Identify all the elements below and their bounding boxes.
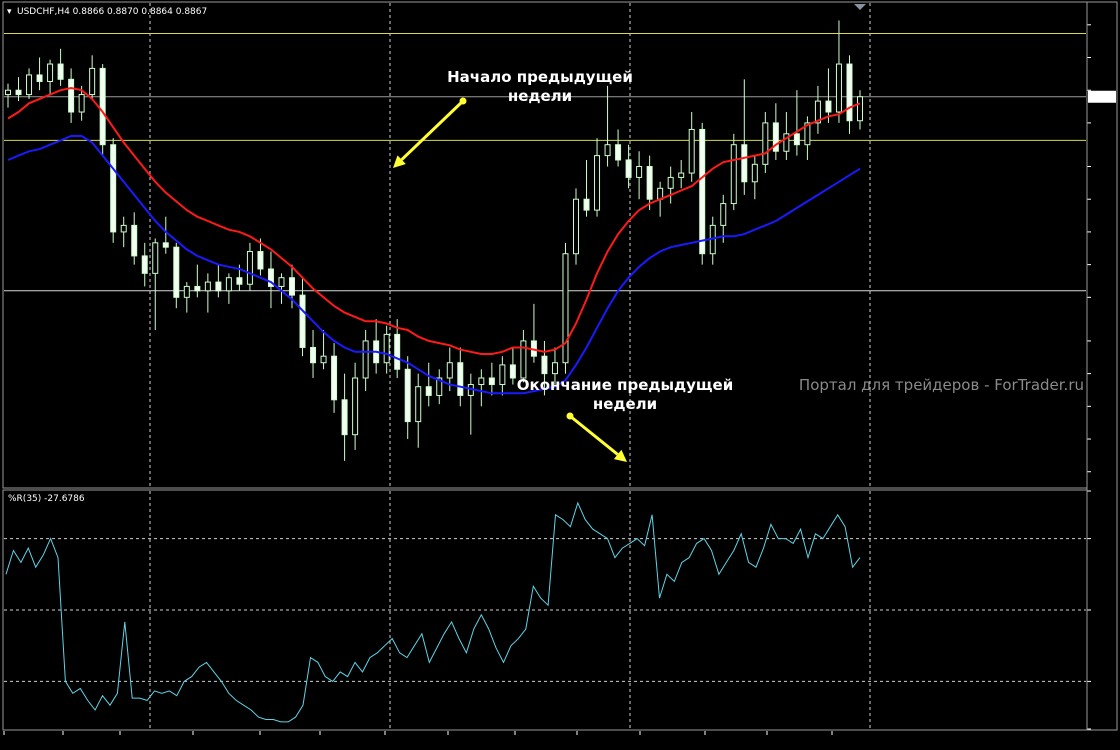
candle-bearish <box>541 355 548 375</box>
candle-bullish <box>383 333 390 364</box>
candle-bullish <box>520 340 527 379</box>
candle-bullish <box>152 242 159 274</box>
candle-bullish <box>604 144 611 157</box>
candle-bearish <box>425 386 432 396</box>
candle-bearish <box>236 277 243 285</box>
candle-bearish <box>394 333 401 370</box>
candle-bullish <box>278 277 285 287</box>
candle-bearish <box>57 63 64 80</box>
candle-bullish <box>562 253 569 364</box>
candle-bearish <box>68 78 75 113</box>
candle-bullish <box>688 128 695 174</box>
candle-bearish <box>215 281 222 292</box>
candle-bearish <box>194 285 201 292</box>
candle-bullish <box>720 203 727 226</box>
chart-header: USDCHF,H4 0.8866 0.8870 0.8864 0.8867 <box>17 7 207 17</box>
candle-bullish <box>667 176 674 189</box>
candle-bullish <box>751 163 758 183</box>
annotation-end-arrow <box>566 412 627 462</box>
chart-shift-marker-icon[interactable] <box>854 4 866 10</box>
candle-bearish <box>699 128 706 255</box>
candle-bearish <box>257 251 264 270</box>
williams-r-layer <box>5 501 861 723</box>
candle-bearish <box>162 242 169 248</box>
candle-bearish <box>331 355 338 401</box>
candle-bullish <box>204 281 211 292</box>
candle-bullish <box>551 362 558 375</box>
candle-bearish <box>825 100 832 113</box>
chart-menu-icon[interactable]: ▾ <box>7 7 12 17</box>
candle-bullish <box>835 63 842 113</box>
candle-bullish <box>5 89 11 96</box>
candle-bullish <box>499 364 506 386</box>
candle-bullish <box>320 355 327 364</box>
candle-bearish <box>131 224 138 257</box>
candle-bearish <box>509 364 516 379</box>
candle-bearish <box>457 362 464 396</box>
candle-bullish <box>352 377 359 436</box>
candle-bearish <box>173 246 180 298</box>
annotation-end-line2: недели <box>593 395 657 413</box>
candle-bullish <box>78 94 85 113</box>
candle-bearish <box>793 133 800 146</box>
candle-bearish <box>404 368 411 423</box>
candle-bearish <box>289 277 295 296</box>
candle-bullish <box>446 362 453 379</box>
candle-bullish <box>26 74 33 96</box>
annotation-end-arrow-shaft <box>569 414 619 456</box>
candle-bullish <box>678 172 685 178</box>
annotation-start-arrow <box>393 97 467 168</box>
candle-bullish <box>857 96 863 122</box>
candle-bearish <box>299 294 306 348</box>
williams-r-line <box>5 501 861 723</box>
candle-bullish <box>478 377 485 386</box>
annotation-start-arrow-shaft <box>400 99 465 161</box>
candle-bullish <box>246 251 253 285</box>
annotation-start-line2: недели <box>508 87 572 105</box>
price-axis-frame <box>1086 1 1118 731</box>
candle-bullish <box>415 386 422 423</box>
current-price-marker <box>1088 90 1116 103</box>
candle-bearish <box>625 159 632 178</box>
candle-bullish <box>362 340 369 379</box>
candle-bearish <box>141 255 148 274</box>
candle-bearish <box>310 346 317 364</box>
candle-bearish <box>646 166 653 200</box>
candle-bearish <box>583 198 590 211</box>
candle-bullish <box>762 122 769 165</box>
candle-bearish <box>846 63 853 122</box>
candle-bearish <box>110 144 117 233</box>
candle-bullish <box>183 285 190 298</box>
candle-bullish <box>120 224 127 233</box>
candle-bearish <box>99 67 106 146</box>
candles-layer <box>5 20 863 461</box>
watermark: Портал для трейдеров - ForTrader.ru <box>799 376 1084 394</box>
candle-bullish <box>89 67 96 96</box>
candle-bearish <box>341 399 348 436</box>
annotation-start-line1: Начало предыдущей <box>447 68 633 86</box>
candle-bullish <box>47 63 54 82</box>
candle-bullish <box>594 155 601 211</box>
mt4-chart-window[interactable]: ▾ USDCHF,H4 0.8866 0.8870 0.8864 0.8867 … <box>0 0 1120 750</box>
candle-bearish <box>488 377 495 386</box>
candle-bullish <box>636 166 643 178</box>
annotation-end-line1: Окончание предыдущей <box>517 376 733 394</box>
candle-bullish <box>573 198 579 255</box>
indicator-header: %R(35) -27.6786 <box>8 494 85 504</box>
candle-bullish <box>225 277 232 292</box>
candle-bearish <box>615 144 622 161</box>
candle-bearish <box>36 74 43 82</box>
candle-bearish <box>741 144 748 183</box>
candle-bearish <box>15 89 22 96</box>
candle-bullish <box>730 144 737 205</box>
